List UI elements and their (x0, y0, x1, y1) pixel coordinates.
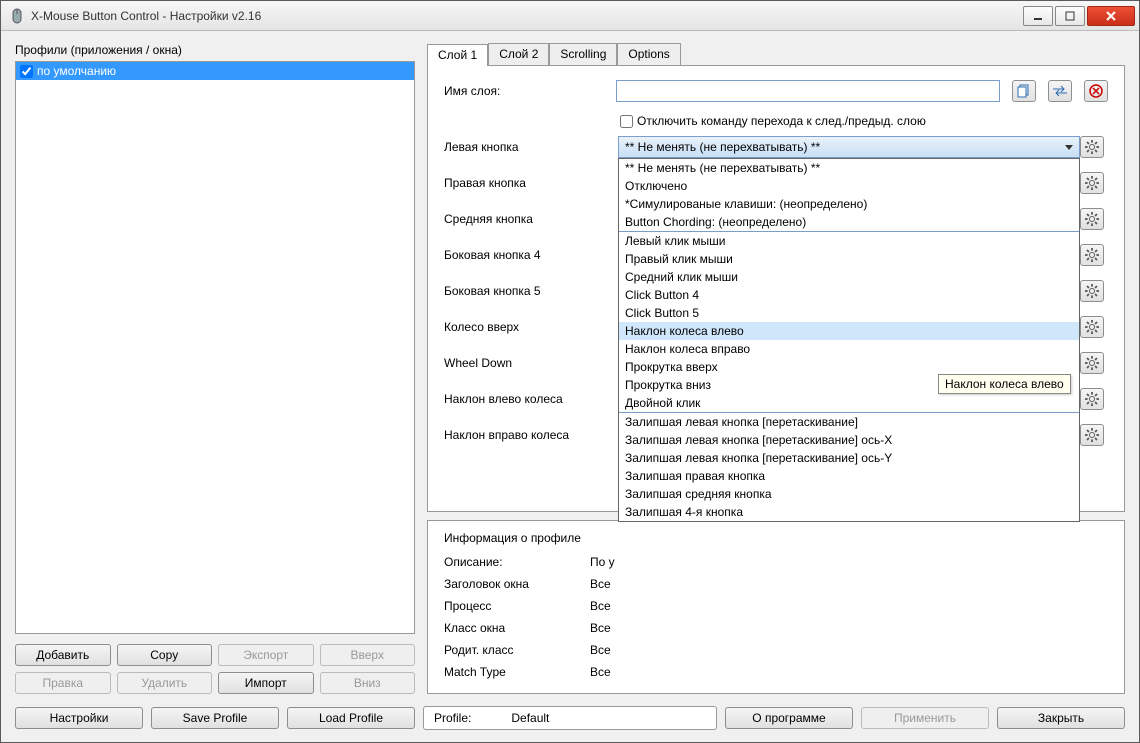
dropdown-item[interactable]: ** Не менять (не перехватывать) ** (619, 159, 1079, 177)
gear-icon[interactable] (1080, 244, 1104, 266)
dropdown-item[interactable]: Левый клик мыши (619, 232, 1079, 250)
mapping-label: Наклон вправо колеса (444, 428, 618, 442)
gear-icon[interactable] (1080, 424, 1104, 446)
dropdown-list[interactable]: ** Не менять (не перехватывать) **Отключ… (618, 158, 1080, 522)
app-icon (9, 8, 25, 24)
dropdown-item[interactable]: Click Button 4 (619, 286, 1079, 304)
load-profile-button[interactable]: Load Profile (287, 707, 415, 729)
info-label: Процесс (444, 599, 590, 613)
info-value: По у (590, 555, 1108, 569)
dropdown-item[interactable]: Правый клик мыши (619, 250, 1079, 268)
dropdown-item[interactable]: Наклон колеса влево (619, 322, 1079, 340)
layer-name-label: Имя слоя: (444, 84, 604, 98)
dropdown-item[interactable]: *Симулированые клавиши: (неопределено) (619, 195, 1079, 213)
tab-options[interactable]: Options (617, 43, 680, 65)
dropdown-item[interactable]: Средний клик мыши (619, 268, 1079, 286)
info-label: Заголовок окна (444, 577, 590, 591)
info-label: Класс окна (444, 621, 590, 635)
export-button[interactable]: Экспорт (218, 644, 314, 666)
profile-bar-label: Profile: (434, 711, 471, 725)
edit-button[interactable]: Правка (15, 672, 111, 694)
dropdown-item[interactable]: Двойной клик (619, 394, 1079, 413)
mapping-label: Боковая кнопка 4 (444, 248, 618, 262)
close-window-button[interactable]: Закрыть (997, 707, 1125, 729)
mapping-label: Правая кнопка (444, 176, 618, 190)
delete-button[interactable]: Удалить (117, 672, 213, 694)
mapping-label: Боковая кнопка 5 (444, 284, 618, 298)
info-value: Все (590, 643, 1108, 657)
layer-name-input[interactable] (616, 80, 1000, 102)
app-window: X-Mouse Button Control - Настройки v2.16… (0, 0, 1140, 743)
profile-item-default[interactable]: по умолчанию (16, 62, 414, 80)
dropdown-item[interactable]: Наклон колеса вправо (619, 340, 1079, 358)
gear-icon[interactable] (1080, 280, 1104, 302)
profiles-heading: Профили (приложения / окна) (15, 43, 415, 61)
close-button[interactable] (1087, 6, 1135, 26)
dropdown-item[interactable]: Button Chording: (неопределено) (619, 213, 1079, 232)
dropdown-item[interactable]: Залипшая 4-я кнопка (619, 503, 1079, 521)
save-profile-button[interactable]: Save Profile (151, 707, 279, 729)
import-button[interactable]: Импорт (218, 672, 314, 694)
profile-info-heading: Информация о профиле (444, 531, 1108, 545)
tab-layer1[interactable]: Слой 1 (427, 44, 488, 66)
about-button[interactable]: О программе (725, 707, 853, 729)
dropdown-item[interactable]: Залипшая левая кнопка [перетаскивание] (619, 413, 1079, 431)
dropdown-item[interactable]: Залипшая левая кнопка [перетаскивание] о… (619, 449, 1079, 467)
mapping-label: Левая кнопка (444, 140, 618, 154)
minimize-button[interactable] (1023, 6, 1053, 26)
dropdown-item[interactable]: Залипшая левая кнопка [перетаскивание] о… (619, 431, 1079, 449)
settings-button[interactable]: Настройки (15, 707, 143, 729)
disable-layer-switch-checkbox[interactable] (620, 115, 633, 128)
gear-icon[interactable] (1080, 136, 1104, 158)
apply-button[interactable]: Применить (861, 707, 989, 729)
profile-checkbox[interactable] (20, 65, 33, 78)
copy-layer-icon[interactable] (1012, 80, 1036, 102)
window-title: X-Mouse Button Control - Настройки v2.16 (31, 9, 1021, 23)
mapping-dropdown-cell: ** Не менять (не перехватывать) **** Не … (618, 136, 1080, 158)
clear-layer-icon[interactable] (1084, 80, 1108, 102)
info-label: Родит. класс (444, 643, 590, 657)
profile-item-label: по умолчанию (37, 64, 116, 78)
down-button[interactable]: Вниз (320, 672, 416, 694)
gear-icon[interactable] (1080, 352, 1104, 374)
dropdown-item[interactable]: Залипшая правая кнопка (619, 467, 1079, 485)
tab-body: Имя слоя: Отключить команду перехода к с… (427, 65, 1125, 512)
maximize-button[interactable] (1055, 6, 1085, 26)
info-value: Все (590, 577, 1108, 591)
info-value: Все (590, 665, 1108, 679)
mapping-dropdown[interactable]: ** Не менять (не перехватывать) ** (618, 136, 1080, 158)
info-label: Описание: (444, 555, 590, 569)
info-value: Все (590, 599, 1108, 613)
tab-scrolling[interactable]: Scrolling (549, 43, 617, 65)
gear-icon[interactable] (1080, 316, 1104, 338)
swap-layer-icon[interactable] (1048, 80, 1072, 102)
add-button[interactable]: Добавить (15, 644, 111, 666)
footer: Настройки Save Profile Load Profile Prof… (1, 700, 1139, 742)
disable-layer-switch-label: Отключить команду перехода к след./преды… (637, 114, 926, 128)
mapping-label: Наклон влево колеса (444, 392, 618, 406)
gear-icon[interactable] (1080, 208, 1104, 230)
tab-layer2[interactable]: Слой 2 (488, 43, 549, 65)
gear-icon[interactable] (1080, 388, 1104, 410)
profile-info-panel: Информация о профиле Описание:По уЗаголо… (427, 520, 1125, 694)
dropdown-item[interactable]: Залипшая средняя кнопка (619, 485, 1079, 503)
up-button[interactable]: Вверх (320, 644, 416, 666)
copy-button[interactable]: Copy (117, 644, 213, 666)
dropdown-item[interactable]: Click Button 5 (619, 304, 1079, 322)
profile-bar-value: Default (511, 711, 549, 725)
tabs: Слой 1 Слой 2 Scrolling Options (427, 43, 1125, 65)
dropdown-item[interactable]: Отключено (619, 177, 1079, 195)
mapping-label: Wheel Down (444, 356, 618, 370)
info-label: Match Type (444, 665, 590, 679)
titlebar: X-Mouse Button Control - Настройки v2.16 (1, 1, 1139, 31)
profile-bar: Profile: Default (423, 706, 717, 730)
mapping-label: Колесо вверх (444, 320, 618, 334)
mapping-label: Средняя кнопка (444, 212, 618, 226)
dropdown-tooltip: Наклон колеса влево (938, 374, 1071, 394)
info-value: Все (590, 621, 1108, 635)
profile-list[interactable]: по умолчанию (15, 61, 415, 634)
gear-icon[interactable] (1080, 172, 1104, 194)
